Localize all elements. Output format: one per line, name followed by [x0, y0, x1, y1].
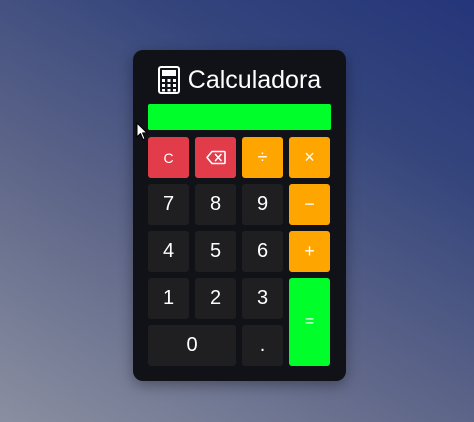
digit-9-button[interactable]: 9 — [242, 184, 283, 225]
digit-5-button[interactable]: 5 — [195, 231, 236, 272]
divide-button[interactable]: ÷ — [242, 137, 283, 178]
app-title: Calculadora — [187, 66, 322, 94]
digit-0-button[interactable]: 0 — [148, 325, 236, 366]
digit-4-button[interactable]: 4 — [148, 231, 189, 272]
digit-3-button[interactable]: 3 — [242, 278, 283, 319]
calculator-icon — [157, 66, 180, 94]
digit-2-button[interactable]: 2 — [195, 278, 236, 319]
equals-button[interactable]: = — [289, 278, 330, 366]
digit-1-button[interactable]: 1 — [148, 278, 189, 319]
multiply-button[interactable]: × — [289, 137, 330, 178]
decimal-button[interactable]: . — [242, 325, 283, 366]
clear-button[interactable]: C — [148, 137, 189, 178]
subtract-button[interactable]: − — [289, 184, 330, 225]
digit-7-button[interactable]: 7 — [148, 184, 189, 225]
calculator-display[interactable] — [148, 104, 331, 130]
title-bar: Calculadora — [133, 64, 346, 96]
backspace-icon — [205, 150, 226, 165]
digit-8-button[interactable]: 8 — [195, 184, 236, 225]
add-button[interactable]: + — [289, 231, 330, 272]
digit-6-button[interactable]: 6 — [242, 231, 283, 272]
backspace-button[interactable] — [195, 137, 236, 178]
mouse-pointer-icon — [136, 122, 148, 140]
calculator-panel: Calculadora C ÷ × 7 8 9 − 4 5 6 + 1 2 3 … — [133, 50, 346, 381]
